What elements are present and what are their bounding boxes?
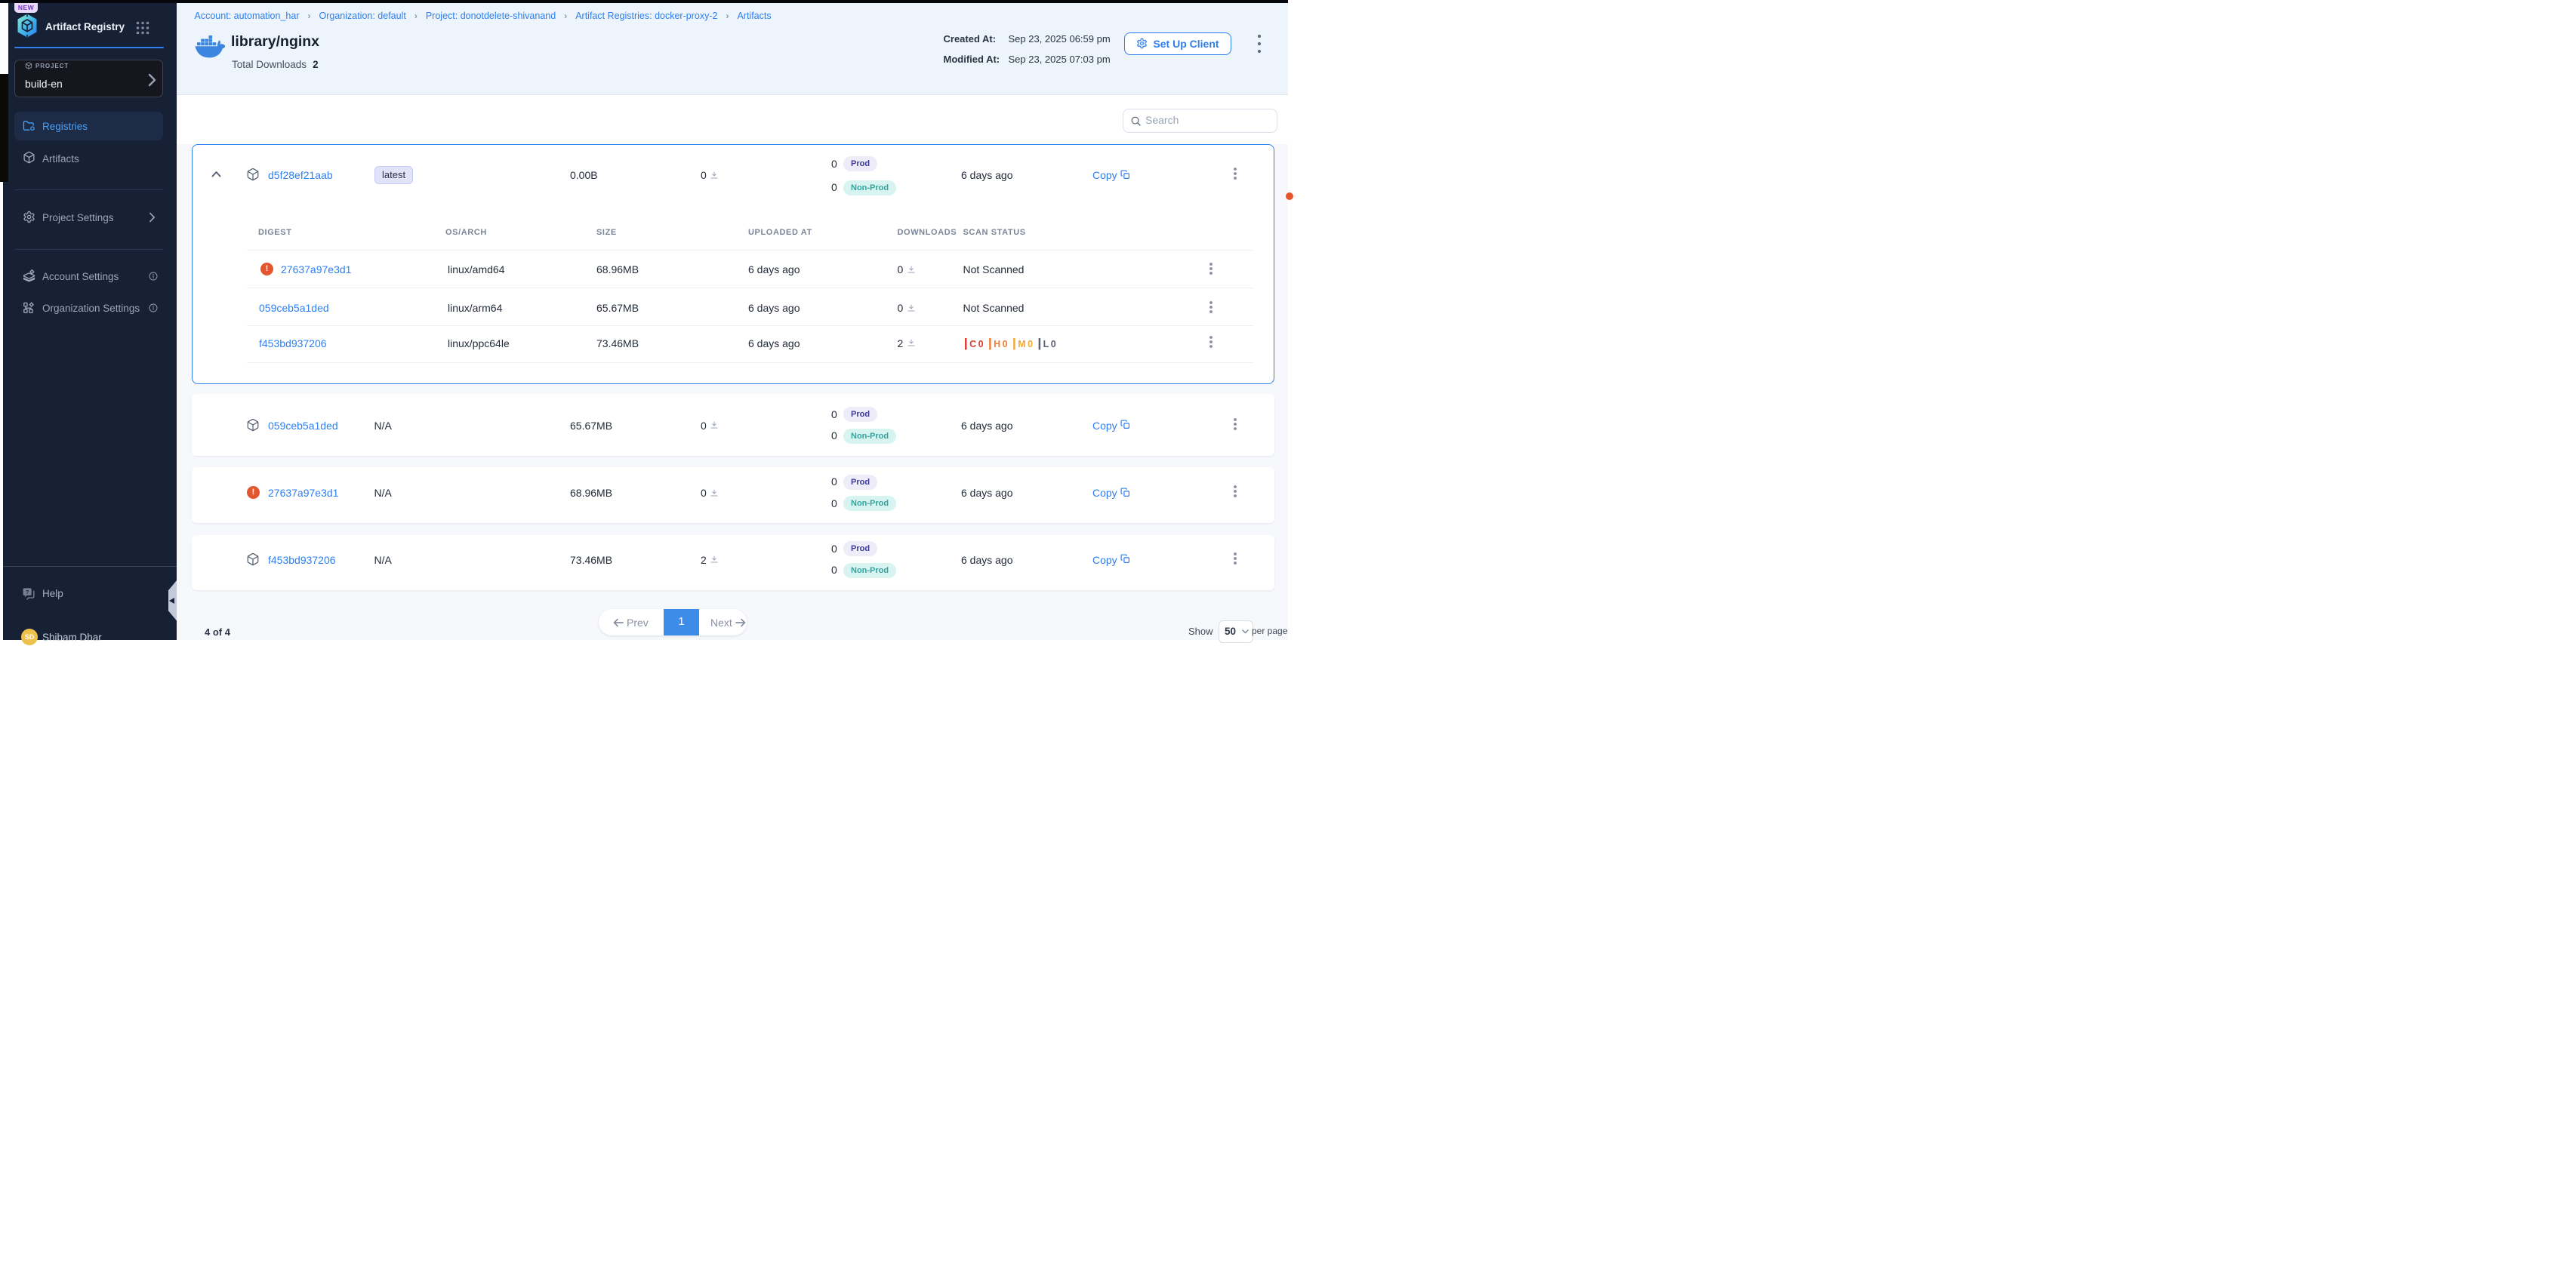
svg-text:?: ? <box>26 589 29 595</box>
